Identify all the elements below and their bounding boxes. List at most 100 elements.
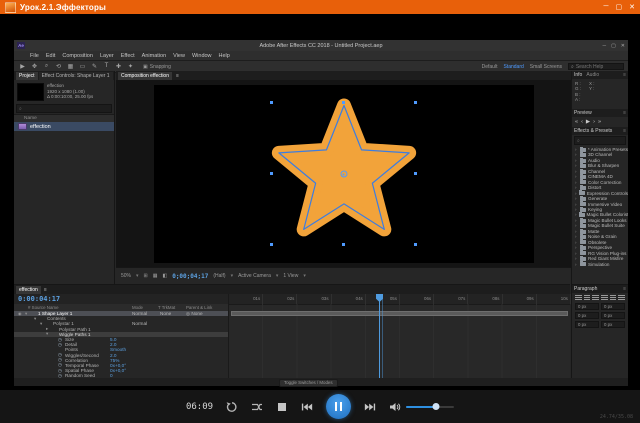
grid-options-icon[interactable]: ⊞ [144,273,148,279]
selection-handle[interactable] [414,101,417,104]
justify-center-icon[interactable] [610,295,617,300]
chevron-down-icon[interactable]: ▾ [231,273,234,279]
ae-maximize-button[interactable]: ▢ [611,43,616,49]
search-help-box[interactable]: ⌕ [568,63,624,70]
project-search[interactable]: ⌕ [16,104,112,113]
preview-transport-button[interactable]: › [593,119,595,125]
layer-duration-bar[interactable] [231,311,568,316]
chevron-down-icon[interactable]: ▾ [303,273,306,279]
panel-menu-icon[interactable]: ≡ [623,286,626,292]
effects-search[interactable]: ⌕ [574,136,626,145]
chevron-down-icon[interactable]: ▾ [136,273,139,279]
tool-icon[interactable]: ✚ [114,63,123,70]
align-right-icon[interactable] [592,295,599,300]
video-area[interactable]: Ae Adobe After Effects CC 2018 - Untitle… [0,14,640,390]
selection-handle[interactable] [270,101,273,104]
zoom-level[interactable]: 50% [121,273,131,279]
tool-icon[interactable]: ⌕ [42,63,51,70]
minimize-button[interactable]: ─ [604,3,609,11]
menu-item[interactable]: File [30,53,39,59]
preview-transport-button[interactable]: » [598,119,601,125]
search-help-input[interactable] [576,64,621,70]
paragraph-field[interactable]: 0 px [575,321,599,328]
ae-close-button[interactable]: ✕ [621,43,625,49]
workspace-small-screens[interactable]: Small Screens [530,64,562,70]
menu-item[interactable]: Layer [100,53,114,59]
volume-icon[interactable] [389,401,401,413]
column-source-name[interactable]: # Source Name [28,305,59,310]
tool-icon[interactable]: ▦ [66,63,75,70]
menu-item[interactable]: Composition [62,53,93,59]
snapping-checkbox[interactable]: ▣ [143,64,148,70]
camera-select[interactable]: Active Camera [238,273,271,279]
timeline-tracks[interactable]: 01s02s03s04s05s06s07s08s09s10s [228,294,570,378]
toggle-switches-button[interactable]: Toggle Switches / Modes [279,379,338,387]
channel-icon[interactable]: ◧ [162,273,167,279]
loop-icon[interactable] [226,401,238,413]
tool-icon[interactable]: T [102,63,111,70]
timeline-timecode[interactable]: 0:00:04:17 [18,295,60,303]
tool-icon[interactable]: ⟲ [54,63,63,70]
close-button[interactable]: ✕ [629,3,635,11]
mask-visibility-icon[interactable]: ▦ [153,273,158,279]
menu-item[interactable]: Effect [121,53,135,59]
align-left-icon[interactable] [575,295,582,300]
selection-handle[interactable] [270,172,273,175]
selection-handle[interactable] [414,243,417,246]
maximize-button[interactable]: ▢ [616,3,623,11]
effects-category-item[interactable]: › Simulation [575,262,628,267]
tool-icon[interactable]: ▶ [18,63,27,70]
next-button[interactable] [364,401,376,413]
workspace-default[interactable]: Default [482,64,498,70]
justify-right-icon[interactable] [618,295,625,300]
column-mode[interactable]: Mode [132,305,143,310]
volume-slider[interactable] [406,402,454,412]
panel-menu-icon[interactable]: ≡ [623,72,626,78]
chevron-right-icon[interactable]: › [575,262,578,267]
menu-item[interactable]: Window [192,53,212,59]
panel-menu-icon[interactable]: ≡ [173,72,182,80]
tab-composition[interactable]: Composition effection [118,72,172,80]
panel-menu-icon[interactable]: ≡ [623,128,626,134]
menu-item[interactable]: View [173,53,185,59]
paragraph-field[interactable]: 0 px [601,312,625,319]
preview-transport-button[interactable]: ‹ [581,119,583,125]
tool-icon[interactable]: ✎ [90,63,99,70]
panel-menu-icon[interactable]: ≡ [41,286,50,294]
tool-icon[interactable]: ✦ [126,63,135,70]
tool-icon[interactable]: ✥ [30,63,39,70]
paragraph-field[interactable]: 0 px [601,321,625,328]
tab-effect-controls[interactable]: Effect Controls: Shape Layer 1 [39,72,113,80]
project-name-column[interactable]: Name [14,114,114,122]
timeline-tab[interactable]: effection [16,286,41,294]
selection-handle[interactable] [270,243,273,246]
panel-menu-icon[interactable]: ≡ [623,110,626,116]
comp-viewport[interactable] [116,80,571,268]
workspace-standard[interactable]: Standard [503,64,523,70]
preview-transport-button[interactable]: « [575,119,578,125]
paragraph-field[interactable]: 0 px [601,303,625,310]
chevron-down-icon[interactable]: ▾ [276,273,279,279]
anchor-point[interactable] [340,171,347,178]
shuffle-icon[interactable] [251,401,263,413]
tab-project[interactable]: Project [16,72,38,80]
previous-button[interactable] [301,401,313,413]
column-parent-link[interactable]: Parent & Link [186,305,212,310]
column-trkmat[interactable]: T TrkMat [158,305,175,310]
paragraph-field[interactable]: 0 px [575,303,599,310]
tab-audio[interactable]: Audio [586,72,599,78]
selection-handle[interactable] [342,243,345,246]
tool-icon[interactable]: ▭ [78,63,87,70]
align-center-icon[interactable] [584,295,591,300]
menu-item[interactable]: Edit [46,53,55,59]
selection-handle[interactable] [342,101,345,104]
tab-info[interactable]: Info [574,72,582,78]
menu-item[interactable]: Animation [142,53,166,59]
play-pause-button[interactable] [326,394,351,419]
stop-button[interactable] [276,401,288,413]
paragraph-field[interactable]: 0 px [575,312,599,319]
ae-minimize-button[interactable]: ─ [603,43,607,49]
view-layout-select[interactable]: 1 View [283,273,298,279]
current-time-indicator[interactable] [379,294,380,378]
menu-item[interactable]: Help [219,53,230,59]
